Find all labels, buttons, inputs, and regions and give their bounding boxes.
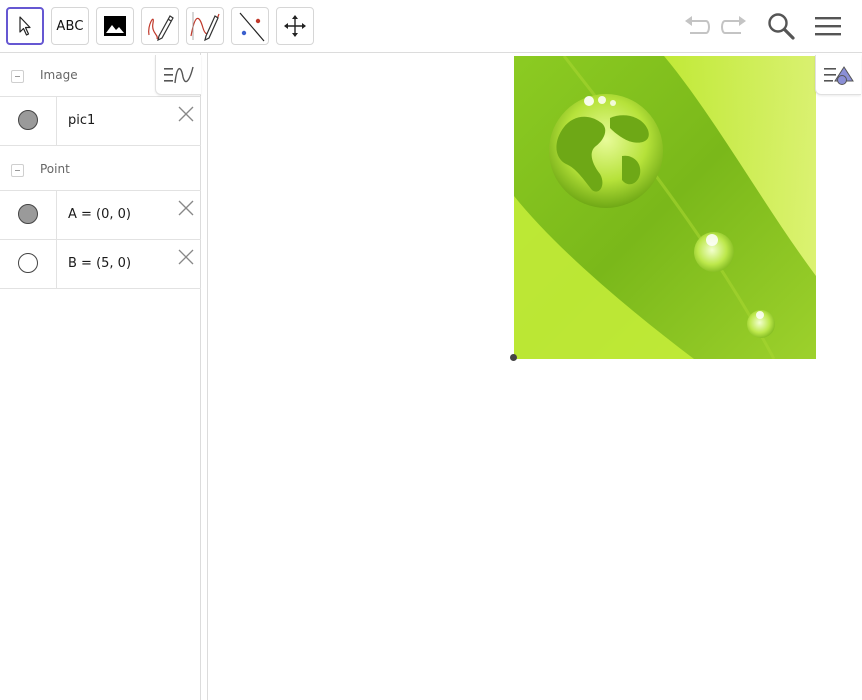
line-through-points-icon <box>239 12 265 42</box>
undo-icon <box>685 16 710 34</box>
group-header-point[interactable]: Point <box>0 147 201 191</box>
undo-button[interactable] <box>679 8 715 44</box>
marker-cell <box>0 97 57 145</box>
close-icon[interactable] <box>177 199 195 217</box>
group-label: Image <box>40 68 78 82</box>
move-graphics-tool-button[interactable] <box>276 7 314 45</box>
visibility-toggle[interactable] <box>18 110 38 130</box>
close-icon[interactable] <box>177 248 195 266</box>
menu-icon <box>815 17 841 36</box>
geogebra-app: ABC Image pic1 Point A = (0, 0) B = (5, … <box>0 0 862 700</box>
algebra-item-text[interactable]: pic1 <box>68 113 95 128</box>
pointer-arrow-icon <box>19 16 31 36</box>
search-button[interactable] <box>763 8 799 44</box>
graphics-style-icon <box>823 65 854 85</box>
algebra-item-text[interactable]: A = (0, 0) <box>68 207 131 222</box>
main-menu-button[interactable] <box>810 8 846 44</box>
pic1-image[interactable] <box>514 56 816 359</box>
graphics-style-bar-button[interactable] <box>815 55 861 95</box>
text-tool-button[interactable]: ABC <box>51 7 89 45</box>
group-label: Point <box>40 162 70 176</box>
pen-tool-button[interactable] <box>141 7 179 45</box>
image-icon <box>104 16 126 36</box>
algebra-view: Image pic1 Point A = (0, 0) B = (5, 0) <box>0 53 201 700</box>
algebra-style-icon <box>163 66 194 83</box>
collapse-group-image-button[interactable] <box>11 70 24 83</box>
close-icon[interactable] <box>177 105 195 123</box>
algebra-item-pic1[interactable]: pic1 <box>0 97 201 146</box>
algebra-item-point-b[interactable]: B = (5, 0) <box>0 240 201 289</box>
marker-cell <box>0 240 57 288</box>
line-tool-button[interactable] <box>231 7 269 45</box>
image-tool-button[interactable] <box>96 7 134 45</box>
visibility-toggle[interactable] <box>18 204 38 224</box>
algebra-item-point-a[interactable]: A = (0, 0) <box>0 191 201 240</box>
visibility-toggle[interactable] <box>18 253 38 273</box>
move-tool-button[interactable] <box>6 7 44 45</box>
toolbar: ABC <box>0 0 862 53</box>
algebra-style-bar-button[interactable] <box>155 55 201 95</box>
redo-icon <box>721 16 746 34</box>
algebra-item-text[interactable]: B = (5, 0) <box>68 256 131 271</box>
function-inspector-tool-button[interactable] <box>186 7 224 45</box>
marker-cell <box>0 191 57 239</box>
graphics-view[interactable] <box>209 53 862 700</box>
collapse-group-point-button[interactable] <box>11 164 24 177</box>
text-tool-label: ABC <box>56 18 84 34</box>
point-a[interactable] <box>510 354 517 361</box>
move-cross-arrows-icon <box>284 15 306 37</box>
redo-button[interactable] <box>716 8 752 44</box>
pen-curve-icon <box>148 15 174 41</box>
panel-divider[interactable] <box>201 53 208 700</box>
search-icon <box>768 13 795 40</box>
function-curve-icon <box>190 12 220 42</box>
green-leaf-globe-picture <box>514 56 816 359</box>
